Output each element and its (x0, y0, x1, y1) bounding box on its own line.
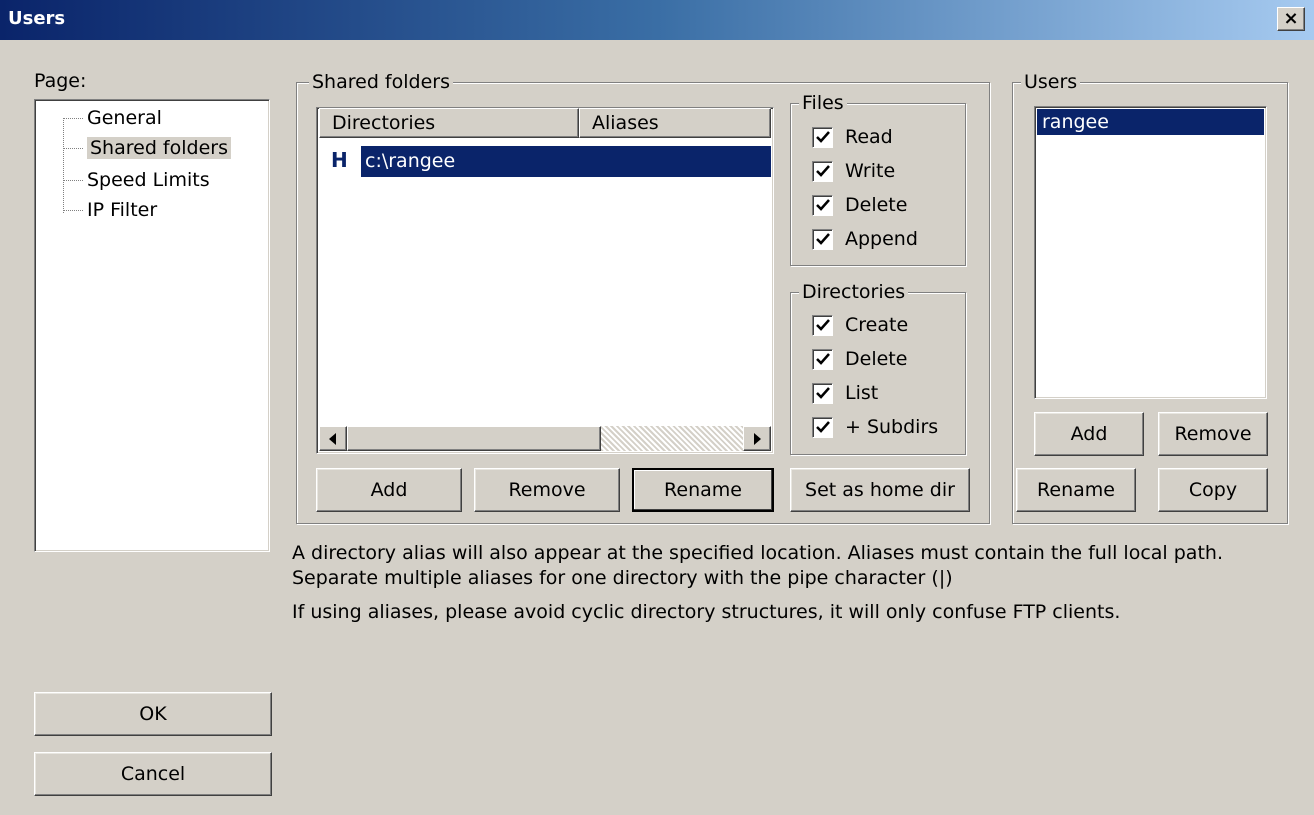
checkmark-icon (815, 421, 830, 433)
home-dir-flag: H (331, 148, 348, 172)
checkbox-box[interactable] (812, 228, 833, 250)
table-row[interactable]: H c:\rangee (331, 146, 771, 178)
tree-connector (63, 117, 83, 119)
directories-listview[interactable]: Directories Aliases H c:\rangee (316, 107, 774, 454)
checkbox-label: Write (845, 160, 896, 182)
checkbox-label: Delete (845, 348, 908, 370)
user-list-item[interactable]: rangee (1037, 109, 1264, 135)
checkmark-icon (815, 165, 830, 177)
page-tree[interactable]: General Shared folders Speed Limits IP F… (34, 99, 270, 552)
files-read-checkbox[interactable]: Read (812, 123, 893, 151)
column-header-aliases[interactable]: Aliases (579, 108, 771, 138)
copy-user-button[interactable]: Copy (1158, 468, 1268, 512)
dirs-subdirs-checkbox[interactable]: + Subdirs (812, 413, 938, 441)
ok-button[interactable]: OK (34, 692, 272, 736)
checkmark-icon (815, 353, 830, 365)
checkbox-box[interactable] (812, 126, 833, 148)
checkmark-icon (815, 387, 830, 399)
checkmark-icon (815, 233, 830, 245)
tree-connector (63, 147, 83, 149)
title-bar: Users × (0, 0, 1314, 40)
add-folder-button[interactable]: Add (316, 468, 462, 512)
cancel-button[interactable]: Cancel (34, 752, 272, 796)
checkbox-label: Delete (845, 194, 908, 216)
scroll-thumb[interactable] (347, 426, 601, 451)
checkbox-box[interactable] (812, 314, 833, 336)
directory-cell: c:\rangee (361, 146, 771, 177)
tree-item-label: General (87, 107, 162, 129)
column-header-label: Aliases (592, 112, 659, 134)
alias-warning-text: If using aliases, please avoid cyclic di… (292, 601, 1121, 623)
directories-legend: Directories (799, 280, 909, 304)
page-label: Page: (34, 70, 87, 92)
tree-connector (63, 209, 83, 211)
column-header-label: Directories (332, 112, 436, 134)
checkbox-label: Read (845, 126, 893, 148)
checkbox-box[interactable] (812, 194, 833, 216)
tree-item-ip-filter[interactable]: IP Filter (63, 195, 157, 225)
scroll-left-button[interactable] (319, 426, 347, 451)
rename-user-button[interactable]: Rename (1016, 468, 1136, 512)
arrow-right-icon (754, 432, 761, 445)
close-button[interactable]: × (1277, 7, 1305, 31)
tree-vertical-line (63, 118, 64, 213)
column-header-directories[interactable]: Directories (319, 108, 579, 138)
tree-connector (63, 179, 83, 181)
checkmark-icon (815, 199, 830, 211)
checkmark-icon (815, 131, 830, 143)
checkbox-box[interactable] (812, 348, 833, 370)
remove-folder-button[interactable]: Remove (474, 468, 620, 512)
tree-item-label: IP Filter (87, 199, 158, 221)
add-user-button[interactable]: Add (1034, 412, 1144, 456)
checkbox-label: List (845, 382, 879, 404)
scroll-track[interactable] (601, 426, 743, 451)
shared-folders-legend: Shared folders (309, 70, 453, 94)
tree-item-label: Shared folders (87, 137, 231, 159)
checkmark-icon (815, 319, 830, 331)
checkbox-label: Append (845, 228, 918, 250)
users-listbox[interactable]: rangee (1034, 106, 1267, 399)
tree-item-speed-limits[interactable]: Speed Limits (63, 165, 210, 195)
checkbox-label: Create (845, 314, 909, 336)
rename-folder-button[interactable]: Rename (632, 468, 774, 512)
files-write-checkbox[interactable]: Write (812, 157, 895, 185)
tree-item-shared-folders[interactable]: Shared folders (63, 133, 231, 163)
horizontal-scrollbar[interactable] (319, 426, 771, 451)
arrow-left-icon (329, 432, 336, 445)
dirs-create-checkbox[interactable]: Create (812, 311, 908, 339)
window-title: Users (8, 8, 66, 29)
scroll-right-button[interactable] (743, 426, 771, 451)
tree-item-general[interactable]: General (63, 103, 162, 133)
users-legend: Users (1021, 70, 1081, 94)
remove-user-button[interactable]: Remove (1158, 412, 1268, 456)
close-icon: × (1283, 8, 1299, 29)
set-home-dir-button[interactable]: Set as home dir (790, 468, 970, 512)
checkbox-box[interactable] (812, 416, 833, 438)
checkbox-box[interactable] (812, 160, 833, 182)
files-legend: Files (799, 91, 847, 115)
tree-item-label: Speed Limits (87, 169, 210, 191)
dirs-delete-checkbox[interactable]: Delete (812, 345, 907, 373)
alias-help-text: A directory alias will also appear at th… (292, 542, 1223, 589)
checkbox-box[interactable] (812, 382, 833, 404)
dirs-list-checkbox[interactable]: List (812, 379, 878, 407)
checkbox-label: + Subdirs (845, 416, 939, 438)
files-delete-checkbox[interactable]: Delete (812, 191, 907, 219)
files-append-checkbox[interactable]: Append (812, 225, 918, 253)
